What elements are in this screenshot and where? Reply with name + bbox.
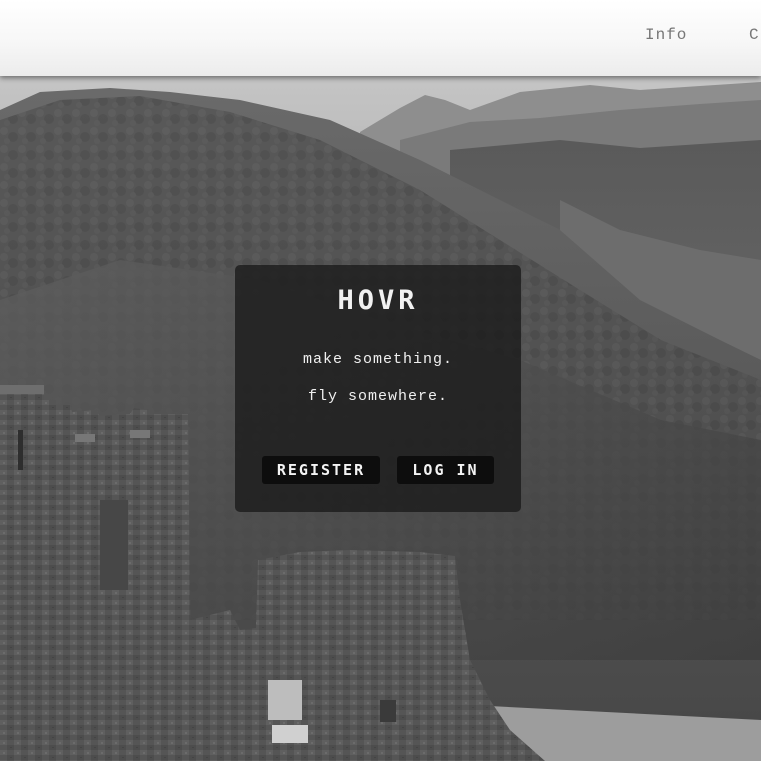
brand-title: HOVR [337, 285, 419, 316]
login-button[interactable]: LOG IN [397, 456, 494, 484]
tagline-line-1: make something. [302, 351, 454, 368]
register-button[interactable]: REGISTER [262, 456, 380, 484]
tagline-line-2: fly somewhere. [307, 388, 449, 405]
nav-link-truncated[interactable]: C [749, 26, 760, 44]
hero-card: HOVR make something. fly somewhere. REGI… [235, 265, 521, 512]
landing-page: Info C HOVR make something. fly somewher… [0, 0, 761, 761]
top-nav-bar: Info C [0, 0, 761, 76]
nav-link-info[interactable]: Info [645, 26, 687, 44]
